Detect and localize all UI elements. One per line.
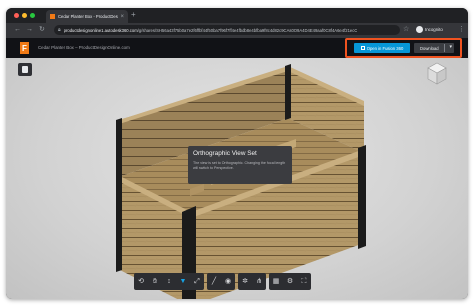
profile-indicator[interactable]: Incognito — [416, 26, 443, 33]
pan-icon[interactable]: ✋︎ — [151, 278, 159, 286]
settings-tools: ▦ ⚙︎ ⛶ — [269, 273, 311, 290]
url-path: /g/shares/SH56a43f75b0a7e2f6ffbf44f50ba7… — [137, 27, 358, 33]
tab-title: Cedar Planter Box - ProductDesignOnline.… — [58, 14, 119, 19]
zoom-icon[interactable]: ↕ — [165, 278, 173, 286]
forward-button[interactable]: → — [26, 26, 33, 34]
bookmark-star-icon[interactable]: ☆ — [403, 26, 409, 34]
reload-button[interactable]: ↻ — [39, 26, 45, 34]
camera-icon[interactable]: ⤢ — [193, 278, 201, 286]
download-divider — [444, 44, 445, 52]
tab-close-icon[interactable]: × — [120, 14, 124, 20]
profile-label: Incognito — [425, 27, 443, 32]
url-text: productdesignonline1.autodesk360.com/g/s… — [64, 28, 358, 33]
window-controls — [14, 13, 35, 18]
back-button[interactable]: ← — [14, 26, 21, 34]
settings-icon[interactable]: ▦ — [272, 278, 280, 286]
document-title: Cedar Planter Box – ProductDesignOnline.… — [38, 45, 130, 50]
fullscreen-icon[interactable]: ⛶ — [300, 278, 308, 286]
inspect-tools: ╱ ◉ — [207, 273, 235, 290]
tooltip-title: Orthographic View Set — [193, 150, 257, 157]
open-in-fusion-button[interactable]: Open in Fusion 360 — [354, 43, 410, 53]
url-host: productdesignonline1.autodesk360.com — [63, 27, 138, 33]
fusion-logo: F — [20, 42, 29, 54]
url-input[interactable]: 🔒︎ productdesignonline1.autodesk360.com/… — [54, 25, 400, 35]
properties-icon[interactable]: ⚙︎ — [286, 278, 294, 286]
chevron-down-icon[interactable]: ▾ — [449, 44, 452, 50]
app-header: F Cedar Planter Box – ProductDesignOnlin… — [6, 38, 468, 58]
close-window-button[interactable] — [14, 13, 19, 18]
browser-window: Cedar Planter Box - ProductDesignOnline.… — [6, 8, 468, 299]
orthographic-tooltip: Orthographic View Set The view is set to… — [188, 146, 292, 184]
tab-strip: Cedar Planter Box - ProductDesignOnline.… — [6, 8, 468, 23]
model-browser-icon[interactable]: ⋔ — [255, 278, 263, 286]
incognito-icon — [416, 26, 423, 33]
measure-icon[interactable]: ╱ — [210, 278, 218, 286]
browser-tab[interactable]: Cedar Planter Box - ProductDesignOnline.… — [46, 10, 128, 23]
minimize-window-button[interactable] — [22, 13, 27, 18]
orbit-icon[interactable]: ⟲ — [137, 278, 145, 286]
download-button[interactable]: Download ▾ — [414, 43, 454, 53]
address-bar: ← → ↻ 🔒︎ productdesignonline1.autodesk36… — [6, 23, 468, 38]
explode-icon[interactable]: ✲ — [241, 278, 249, 286]
open-in-fusion-label: Open in Fusion 360 — [366, 45, 404, 51]
model-viewport[interactable]: Orthographic View Set The view is set to… — [6, 58, 468, 299]
navigation-tools: ⟲ ✋︎ ↕ ▼ ⤢ — [134, 273, 204, 290]
open-external-icon — [360, 46, 365, 50]
browser-menu-icon[interactable]: ⋮ — [458, 25, 465, 34]
lock-icon: 🔒︎ — [58, 27, 61, 33]
maximize-window-button[interactable] — [30, 13, 35, 18]
new-tab-button[interactable]: + — [131, 10, 136, 20]
download-label: Download — [420, 45, 439, 51]
first-person-icon[interactable]: ▼ — [179, 278, 187, 286]
viewer-toolbar: ⟲ ✋︎ ↕ ▼ ⤢ ╱ ◉ ✲ ⋔ ▦ ⚙︎ ⛶ — [134, 273, 311, 290]
fusion-favicon-icon — [50, 14, 55, 19]
tooltip-body: The view is set to Orthographic. Changin… — [193, 161, 286, 170]
model-tools: ✲ ⋔ — [238, 273, 266, 290]
section-icon[interactable]: ◉ — [224, 278, 232, 286]
